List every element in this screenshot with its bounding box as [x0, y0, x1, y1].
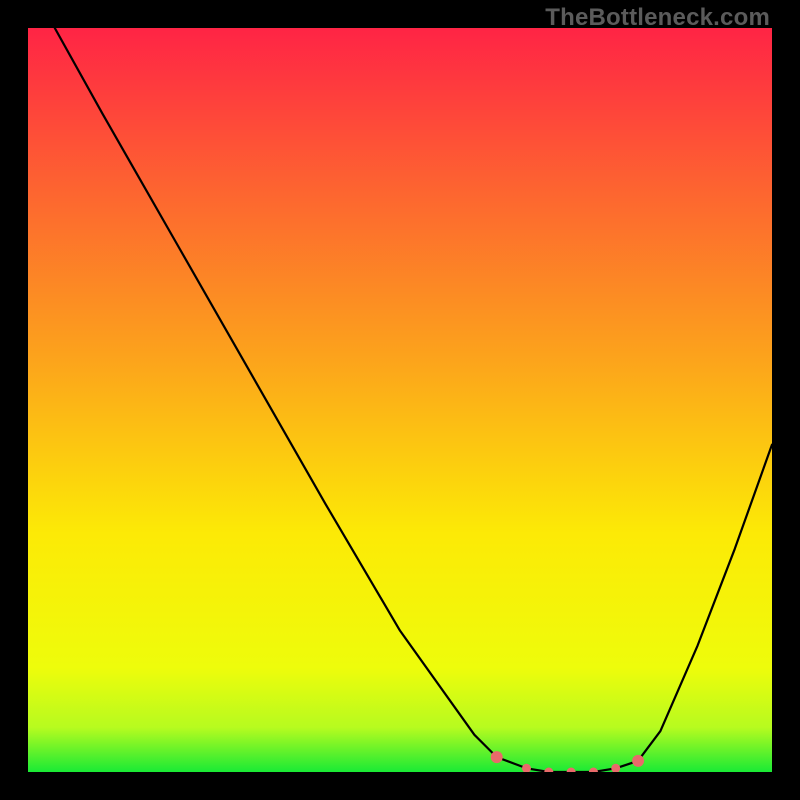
bottleneck-curve: [55, 28, 772, 772]
watermark-text: TheBottleneck.com: [545, 4, 770, 32]
chart-frame: [28, 28, 772, 772]
chart-plot: [28, 28, 772, 772]
optimal-band-dots: [491, 751, 644, 772]
